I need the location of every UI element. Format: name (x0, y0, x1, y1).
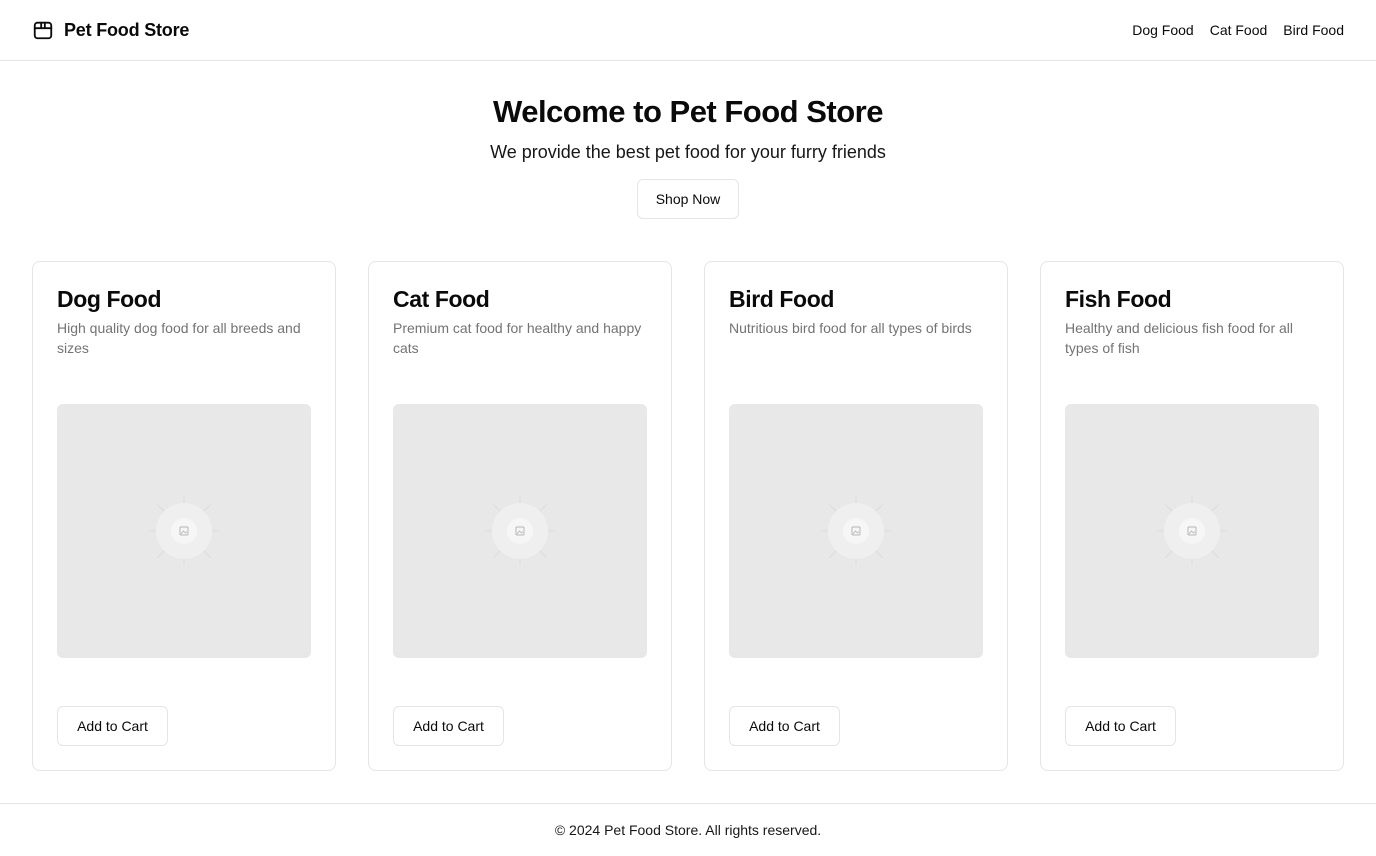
add-to-cart-button[interactable]: Add to Cart (1065, 706, 1176, 746)
product-description: Nutritious bird food for all types of bi… (729, 320, 972, 336)
product-card-fish-food: Fish Food Healthy and delicious fish foo… (1040, 261, 1344, 771)
product-description: High quality dog food for all breeds and… (57, 320, 301, 356)
nav-link-bird-food[interactable]: Bird Food (1283, 22, 1344, 38)
product-description: Healthy and delicious fish food for all … (1065, 320, 1294, 356)
product-image (393, 404, 647, 658)
hero-subtitle: We provide the best pet food for your fu… (490, 142, 886, 162)
product-image (729, 404, 983, 658)
product-image (57, 404, 311, 658)
product-card-dog-food: Dog Food High quality dog food for all b… (32, 261, 336, 771)
nav-link-cat-food[interactable]: Cat Food (1210, 22, 1268, 38)
product-grid: Dog Food High quality dog food for all b… (32, 261, 1344, 771)
add-to-cart-button[interactable]: Add to Cart (57, 706, 168, 746)
site-header: Pet Food Store Dog Food Cat Food Bird Fo… (0, 0, 1376, 61)
product-card-cat-food: Cat Food Premium cat food for healthy an… (368, 261, 672, 771)
image-placeholder-icon (821, 496, 891, 566)
site-footer: © 2024 Pet Food Store. All rights reserv… (0, 803, 1376, 856)
brand-name: Pet Food Store (64, 19, 190, 40)
product-title: Fish Food (1065, 286, 1172, 312)
hero-title: Welcome to Pet Food Store (493, 94, 883, 129)
product-title: Dog Food (57, 286, 162, 312)
product-description: Premium cat food for healthy and happy c… (393, 320, 642, 356)
package-icon (33, 21, 53, 40)
brand[interactable]: Pet Food Store (32, 19, 189, 41)
hero-section: Welcome to Pet Food Store We provide the… (0, 61, 1376, 219)
image-placeholder-icon (1157, 496, 1227, 566)
shop-now-button[interactable]: Shop Now (637, 179, 739, 219)
product-image (1065, 404, 1319, 658)
main-nav: Dog Food Cat Food Bird Food (1132, 22, 1344, 38)
image-placeholder-icon (149, 496, 219, 566)
image-placeholder-icon (485, 496, 555, 566)
add-to-cart-button[interactable]: Add to Cart (729, 706, 840, 746)
product-title: Cat Food (393, 286, 490, 312)
add-to-cart-button[interactable]: Add to Cart (393, 706, 504, 746)
product-card-bird-food: Bird Food Nutritious bird food for all t… (704, 261, 1008, 771)
product-title: Bird Food (729, 286, 834, 312)
nav-link-dog-food[interactable]: Dog Food (1132, 22, 1193, 38)
copyright-text: © 2024 Pet Food Store. All rights reserv… (554, 822, 822, 838)
